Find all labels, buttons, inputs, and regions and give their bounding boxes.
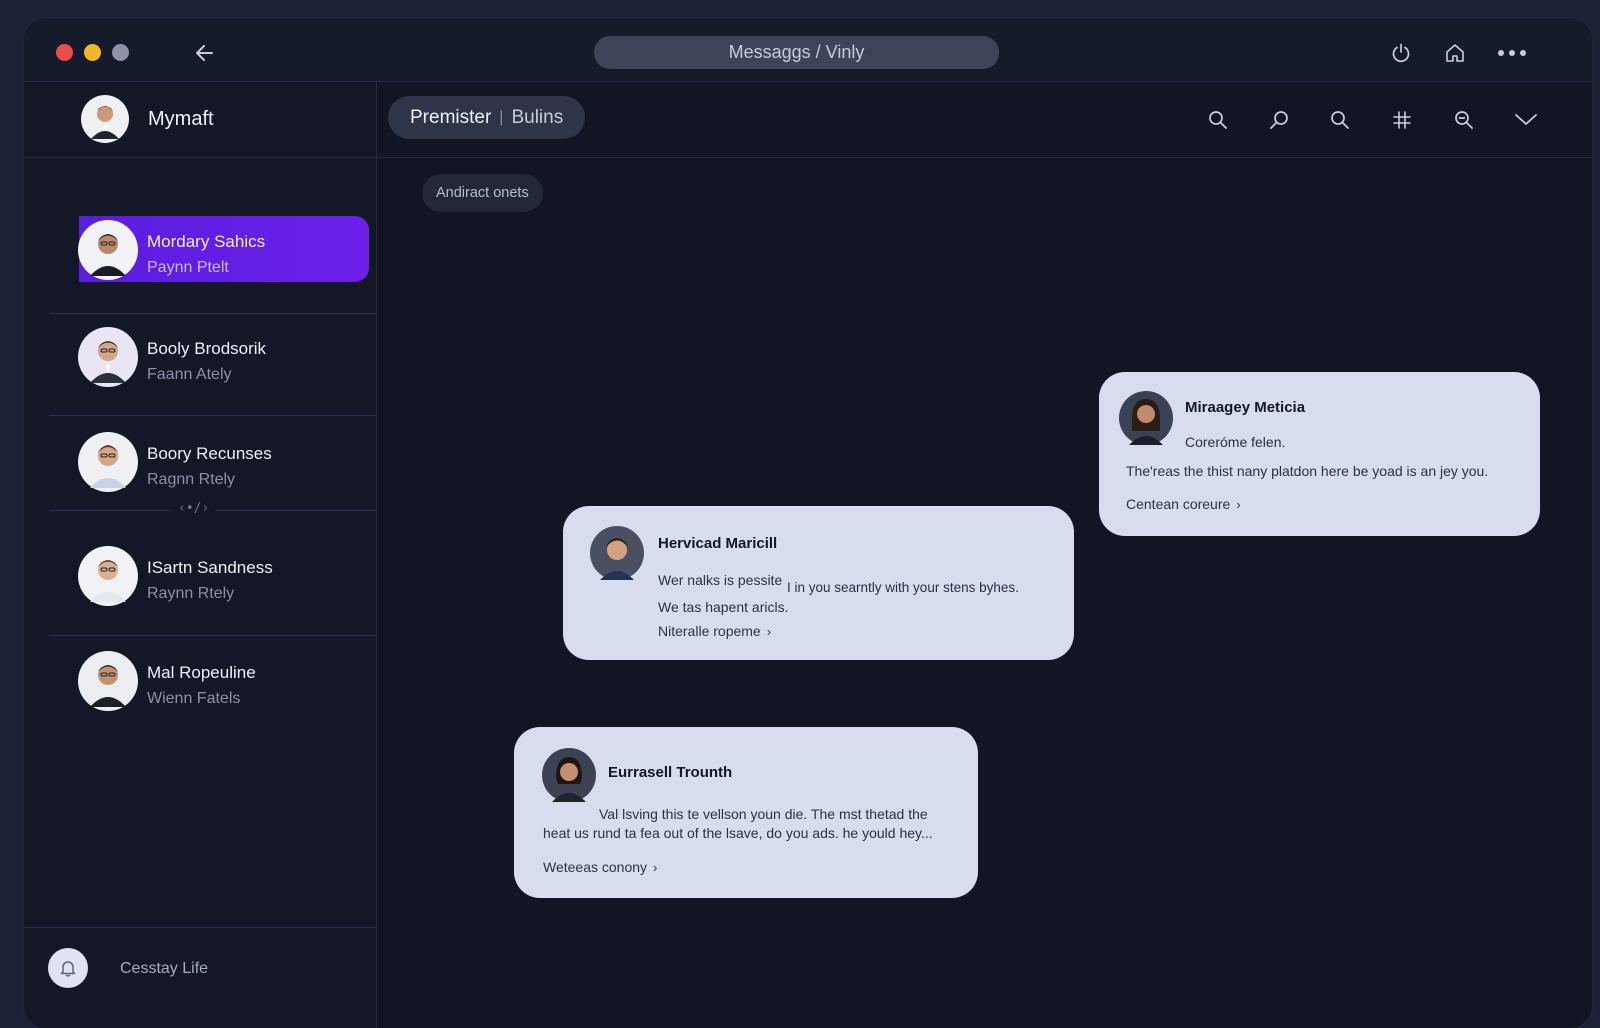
avatar	[78, 220, 138, 280]
channel-title: Premister	[410, 106, 492, 128]
message-text: The'reas the thist nany platdon here be …	[1126, 463, 1489, 479]
zoom-window-button[interactable]	[112, 44, 129, 61]
contact-status: Ragnn Rtely	[147, 471, 236, 488]
minimize-window-button[interactable]	[84, 44, 101, 61]
message-text: Val lsving this te vellson youn die. The…	[599, 806, 928, 822]
message-link-label: Centean coreure	[1126, 496, 1231, 512]
message-text: Coreróme felen.	[1185, 434, 1286, 450]
close-window-button[interactable]	[56, 44, 73, 61]
channel-separator: |	[499, 108, 504, 126]
avatar	[1119, 391, 1173, 445]
footer-label[interactable]: Cesstay Life	[120, 960, 208, 978]
filter-chip[interactable]: Andiract onets	[422, 174, 543, 212]
home-icon[interactable]	[1440, 38, 1470, 68]
chevron-right-icon: ›	[766, 624, 772, 639]
more-icon[interactable]	[1494, 38, 1530, 68]
chevron-right-icon: ›	[653, 860, 658, 875]
message-bubble[interactable]: Miraagey Meticia Coreróme felen. The'rea…	[1099, 372, 1540, 536]
contact-status: Faann Ately	[147, 366, 232, 383]
hashtag-icon[interactable]	[1386, 104, 1418, 136]
messages-window: Messaggs / Vinly Mymaft Mordary Sahics P…	[24, 18, 1592, 1028]
contact-name: Mordary Sahics	[147, 232, 266, 251]
message-text: Wer nalks is pessite	[658, 572, 783, 588]
sidebar-footer: Cesstay Life	[24, 927, 377, 1028]
avatar	[590, 526, 644, 580]
message-bubble[interactable]: Hervicad Maricill Wer nalks is pessite I…	[563, 506, 1074, 660]
contact-item[interactable]: Mal Ropeuline Wienn Fatels	[49, 643, 364, 743]
divider	[49, 415, 377, 416]
channel-subtitle: Bulins	[511, 106, 564, 128]
message-text: We tas hapent aricls.	[658, 599, 789, 615]
divider	[49, 313, 377, 314]
contact-status: Raynn Rtely	[147, 585, 235, 602]
conversation-header: Premister | Bulins	[378, 82, 1592, 158]
contact-item[interactable]: ISartn Sandness Raynn Rtely	[49, 538, 364, 638]
message-link[interactable]: Niteralle ropeme ›	[658, 623, 771, 639]
contact-name: Boory Recunses	[147, 444, 272, 463]
profile-header[interactable]: Mymaft	[24, 82, 377, 158]
contact-item[interactable]: Mordary Sahics Paynn Ptelt	[49, 212, 369, 312]
avatar	[542, 748, 596, 802]
message-link[interactable]: Centean coreure ›	[1126, 496, 1241, 512]
contact-name: ISartn Sandness	[147, 558, 273, 577]
divider	[49, 635, 377, 636]
search-icon[interactable]	[1324, 104, 1356, 136]
power-icon[interactable]	[1386, 38, 1416, 68]
title-bar: Messaggs / Vinly	[24, 18, 1592, 82]
address-bar[interactable]: Messaggs / Vinly	[594, 36, 999, 69]
contact-status: Paynn Ptelt	[147, 259, 229, 276]
message-bubble[interactable]: Eurrasell Trounth Val lsving this te vel…	[514, 727, 978, 898]
avatar	[78, 651, 138, 711]
message-link[interactable]: Weteeas conony ›	[543, 859, 657, 875]
sender-name: Miraagey Meticia	[1185, 399, 1306, 416]
channel-pill[interactable]: Premister | Bulins	[388, 96, 586, 139]
sender-name: Hervicad Maricill	[658, 535, 778, 552]
conversation-pane: Premister | Bulins Andiract onets Miraag…	[378, 82, 1592, 1028]
message-link-label: Weteeas conony	[543, 859, 648, 875]
contact-name: Booly Brodsorik	[147, 339, 267, 358]
avatar[interactable]	[81, 95, 129, 143]
avatar	[78, 546, 138, 606]
chevron-right-icon: ›	[1236, 497, 1241, 512]
pin-search-icon[interactable]	[1263, 104, 1295, 136]
code-divider-icon: ‹•/›	[172, 501, 216, 516]
sidebar: Mymaft Mordary Sahics Paynn Ptelt Booly …	[24, 82, 377, 1028]
profile-name: Mymaft	[148, 108, 214, 130]
back-arrow-icon[interactable]	[190, 38, 220, 68]
avatar	[78, 432, 138, 492]
zoom-icon[interactable]	[1448, 104, 1480, 136]
avatar	[78, 327, 138, 387]
bell-icon[interactable]	[48, 948, 88, 988]
message-text: I in you searntly with your stens byhes.	[787, 580, 1019, 595]
message-link-label: Niteralle ropeme	[658, 623, 761, 639]
sender-name: Eurrasell Trounth	[608, 764, 733, 781]
contact-item[interactable]: Booly Brodsorik Faann Ately	[49, 319, 364, 419]
message-text: heat us rund ta fea out of the lsave, do…	[543, 825, 933, 841]
contact-name: Mal Ropeuline	[147, 663, 256, 682]
contact-status: Wienn Fatels	[147, 690, 241, 707]
chevron-down-icon[interactable]	[1510, 104, 1542, 136]
search-icon[interactable]	[1202, 104, 1234, 136]
address-text: Messaggs / Vinly	[728, 42, 865, 62]
